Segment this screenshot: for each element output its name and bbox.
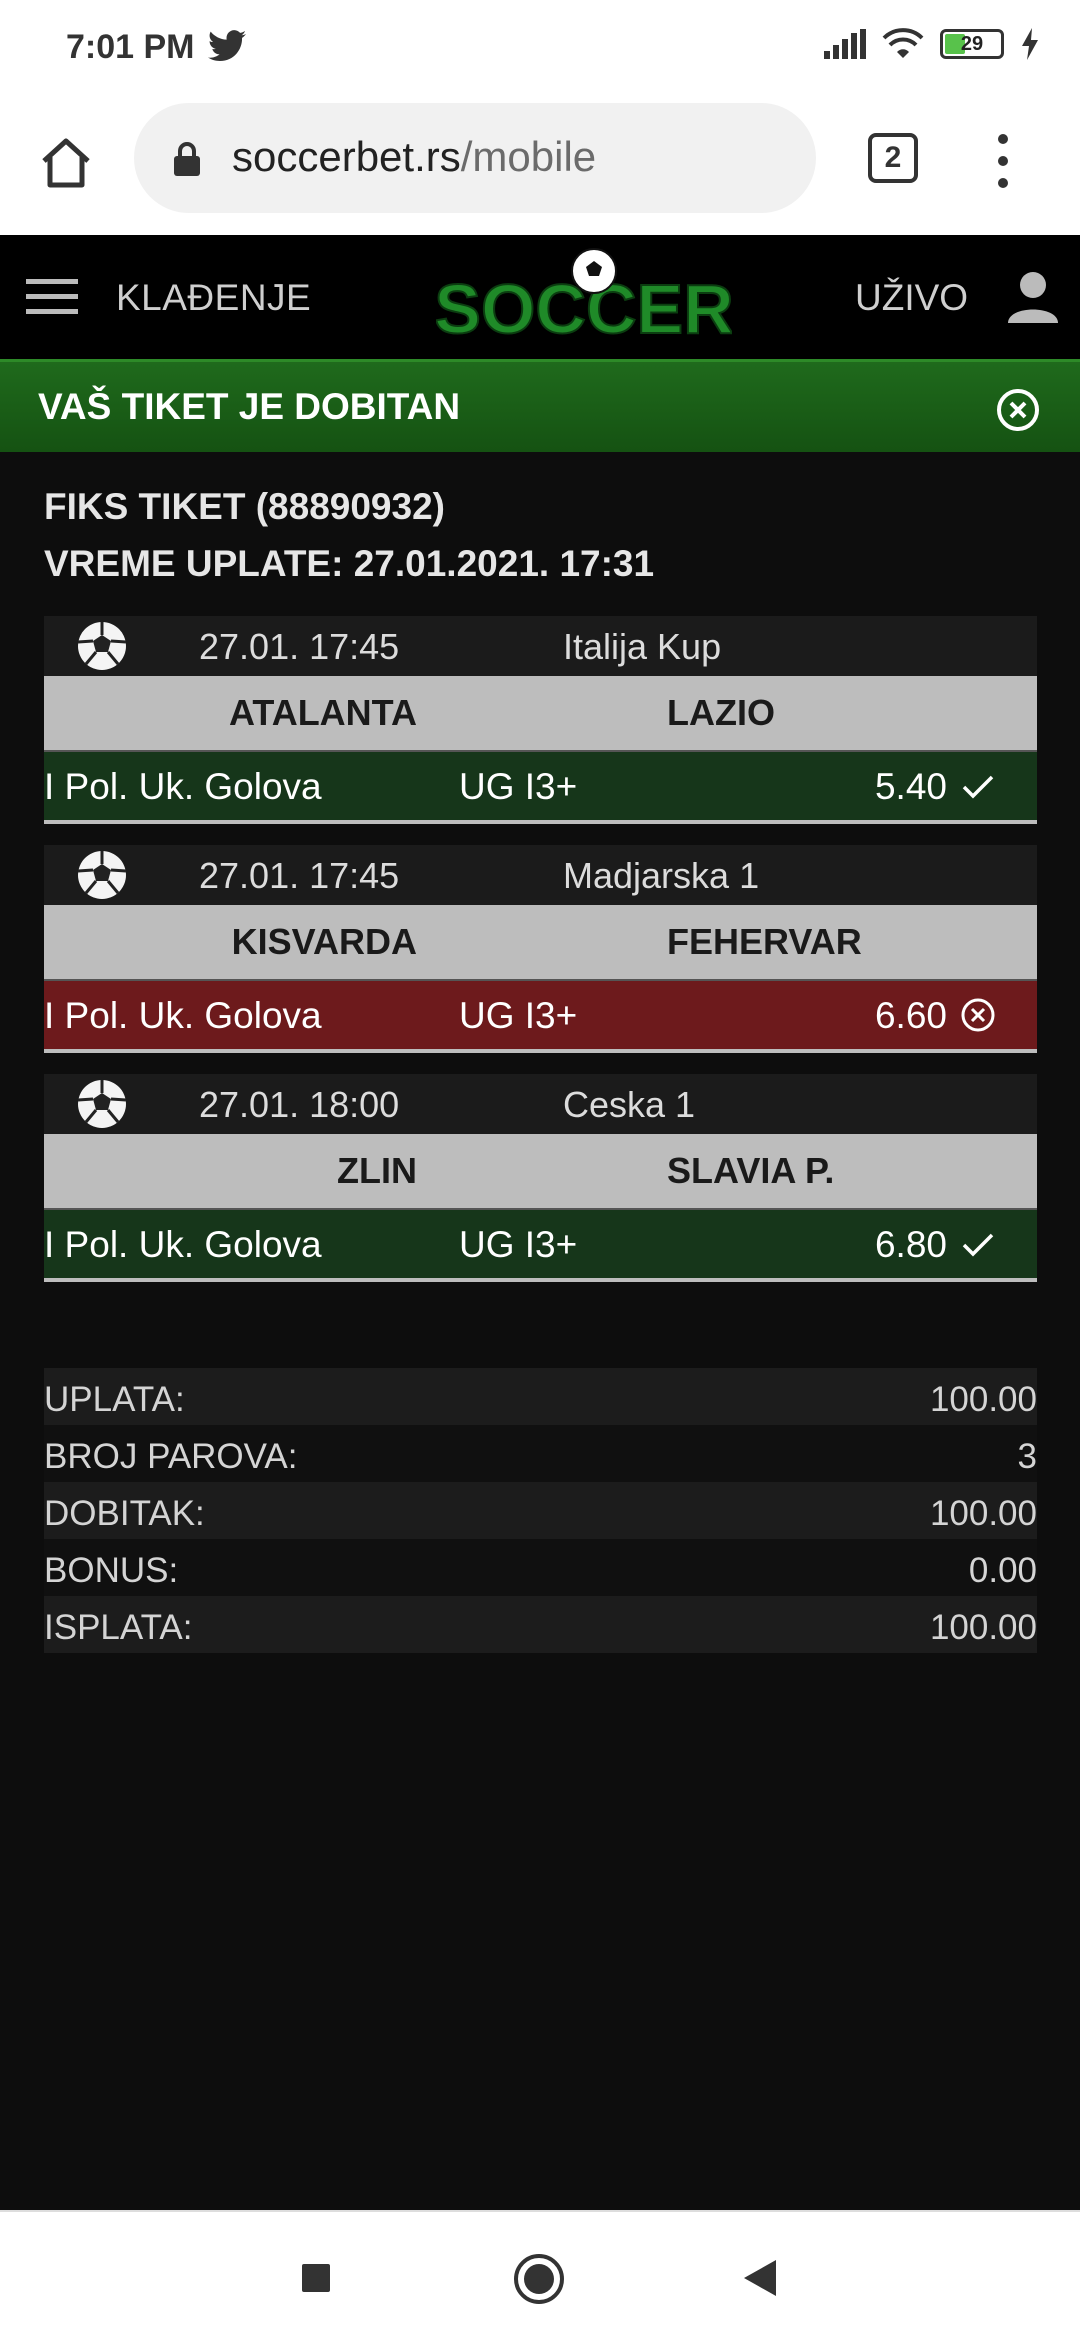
status-time: 7:01 PM <box>66 28 195 66</box>
url-text: soccerbet.rs/mobile <box>232 133 597 180</box>
match-date: 27.01. 17:45 <box>199 855 400 896</box>
nav-uzivo-link[interactable]: UŽIVO <box>855 277 968 319</box>
bet-pick: UG I3+ <box>459 995 578 1036</box>
away-team: FEHERVAR <box>667 921 862 962</box>
home-team: ATALANTA <box>229 692 417 733</box>
tab-switcher-button[interactable]: 2 <box>868 133 918 183</box>
home-icon[interactable] <box>38 135 94 191</box>
check-icon <box>962 775 994 799</box>
bet-row: I Pol. Uk. Golova UG I3+ 5.40 <box>44 750 1037 824</box>
lost-circle-x-icon <box>961 998 995 1032</box>
check-icon <box>962 1233 994 1257</box>
ticket-title: FIKS TIKET (88890932) <box>44 486 445 527</box>
summary-label: UPLATA: <box>44 1380 185 1419</box>
summary-value: 100.00 <box>929 1494 1037 1533</box>
match-card: 27.01. 17:45 Madjarska 1 KISVARDA FEHERV… <box>44 845 1037 1053</box>
site-header: KLAĐENJE SOCCER UŽIVO <box>0 235 1080 359</box>
browser-toolbar: soccerbet.rs/mobile 2 <box>0 95 1080 235</box>
status-icons: 29 <box>824 28 1040 60</box>
soccer-ball-icon <box>77 851 127 899</box>
match-league: Italija Kup <box>563 626 722 667</box>
bet-market: I Pol. Uk. Golova <box>44 1224 322 1265</box>
wifi-icon <box>882 28 924 58</box>
summary-value: 3 <box>1017 1437 1037 1476</box>
match-teams: ATALANTA LAZIO <box>44 676 1037 750</box>
summary-label: ISPLATA: <box>44 1608 193 1647</box>
address-bar[interactable]: soccerbet.rs/mobile <box>134 103 816 213</box>
system-nav-bar <box>0 2210 1080 2342</box>
match-card: 27.01. 17:45 Italija Kup ATALANTA LAZIO … <box>44 616 1037 824</box>
summary-value: 100.00 <box>929 1380 1037 1419</box>
soccer-ball-icon <box>77 622 127 670</box>
match-header: 27.01. 18:00 Ceska 1 <box>44 1074 1037 1134</box>
bet-pick: UG I3+ <box>459 1224 578 1265</box>
hamburger-menu-icon[interactable] <box>26 277 78 317</box>
soccer-logo[interactable]: SOCCER <box>436 245 732 349</box>
user-icon[interactable] <box>1006 269 1060 323</box>
status-bar: 7:01 PM 29 <box>0 0 1080 95</box>
summary-value: 100.00 <box>929 1608 1037 1647</box>
bet-odd: 6.60 <box>874 995 947 1036</box>
summary-row: UPLATA: 100.00 <box>44 1368 1037 1425</box>
match-header: 27.01. 17:45 Italija Kup <box>44 616 1037 676</box>
ticket-payment-time: VREME UPLATE: 27.01.2021. 17:31 <box>44 543 655 584</box>
match-date: 27.01. 18:00 <box>199 1084 400 1125</box>
back-triangle-icon[interactable] <box>742 2258 778 2298</box>
summary-row: ISPLATA: 100.00 <box>44 1596 1037 1653</box>
battery-indicator: 29 <box>940 29 1004 59</box>
signal-icon <box>824 29 866 59</box>
soccer-ball-icon <box>77 1080 127 1128</box>
nav-kladjenje-link[interactable]: KLAĐENJE <box>116 277 311 319</box>
match-league: Madjarska 1 <box>563 855 760 896</box>
summary-label: DOBITAK: <box>44 1494 205 1533</box>
banner-text: VAŠ TIKET JE DOBITAN <box>38 386 461 427</box>
summary-value: 0.00 <box>968 1551 1037 1590</box>
summary-row: BONUS: 0.00 <box>44 1539 1037 1596</box>
bet-row: I Pol. Uk. Golova UG I3+ 6.60 <box>44 979 1037 1053</box>
summary-row: DOBITAK: 100.00 <box>44 1482 1037 1539</box>
bet-market: I Pol. Uk. Golova <box>44 995 322 1036</box>
win-banner: VAŠ TIKET JE DOBITAN <box>0 359 1080 452</box>
away-team: SLAVIA P. <box>667 1150 835 1191</box>
match-teams: KISVARDA FEHERVAR <box>44 905 1037 979</box>
charging-icon <box>1022 28 1038 60</box>
bet-pick: UG I3+ <box>459 766 578 807</box>
more-menu-icon[interactable] <box>988 131 1018 191</box>
summary-row: BROJ PAROVA: 3 <box>44 1425 1037 1482</box>
match-teams: ZLIN SLAVIA P. <box>44 1134 1037 1208</box>
home-circle-icon[interactable] <box>512 2252 566 2306</box>
twitter-icon <box>208 30 246 62</box>
bet-odd: 6.80 <box>874 1224 947 1265</box>
bet-market: I Pol. Uk. Golova <box>44 766 322 807</box>
bet-row: I Pol. Uk. Golova UG I3+ 6.80 <box>44 1208 1037 1282</box>
close-icon[interactable] <box>996 388 1040 432</box>
recents-square-icon[interactable] <box>300 2262 332 2294</box>
ticket-summary: UPLATA: 100.00 BROJ PAROVA: 3 DOBITAK: 1… <box>44 1368 1037 1653</box>
bet-odd: 5.40 <box>874 766 947 807</box>
lock-icon <box>174 142 200 176</box>
match-date: 27.01. 17:45 <box>199 626 400 667</box>
away-team: LAZIO <box>667 692 775 733</box>
match-league: Ceska 1 <box>563 1084 696 1125</box>
match-header: 27.01. 17:45 Madjarska 1 <box>44 845 1037 905</box>
summary-label: BROJ PAROVA: <box>44 1437 298 1476</box>
match-card: 27.01. 18:00 Ceska 1 ZLIN SLAVIA P. I Po… <box>44 1074 1037 1282</box>
home-team: KISVARDA <box>231 921 417 962</box>
home-team: ZLIN <box>337 1150 417 1191</box>
summary-label: BONUS: <box>44 1551 179 1590</box>
